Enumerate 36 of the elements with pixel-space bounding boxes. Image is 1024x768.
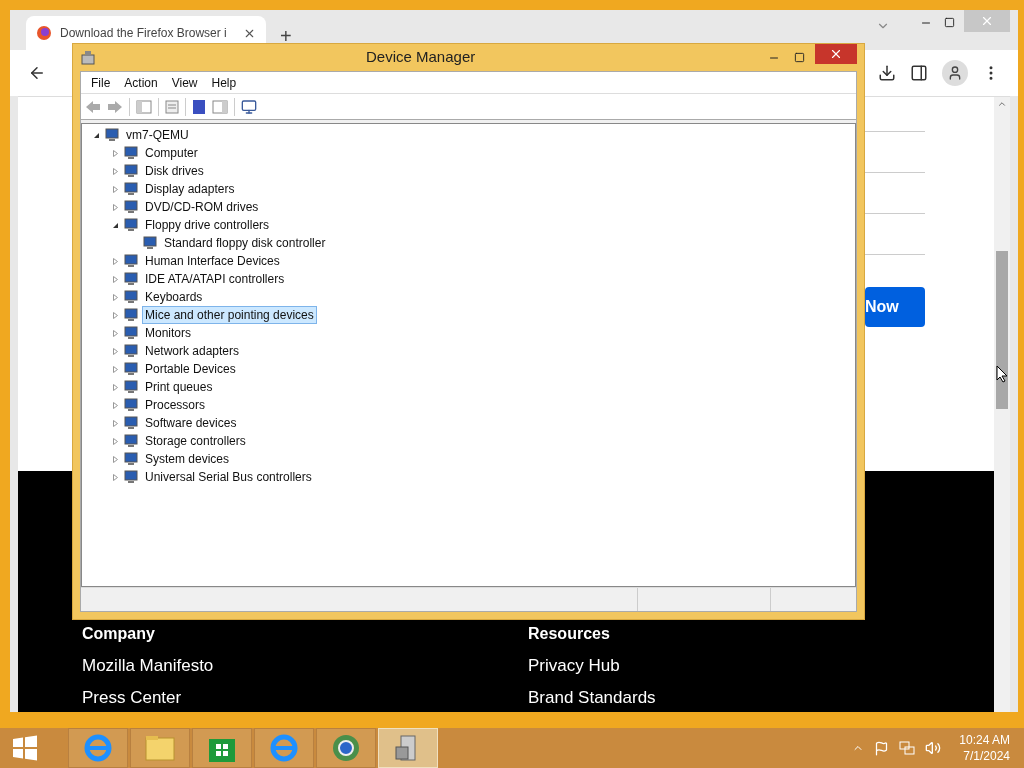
tree-item[interactable]: System devices xyxy=(142,450,233,468)
clock-date: 7/1/2024 xyxy=(963,748,1010,764)
tree-item[interactable]: Monitors xyxy=(142,324,194,342)
footer-heading: Company xyxy=(82,624,156,644)
tree-item[interactable]: Portable Devices xyxy=(142,360,239,378)
tree-item[interactable]: Computer xyxy=(142,144,201,162)
tree-item[interactable]: Processors xyxy=(142,396,209,414)
tree-item[interactable]: IDE ATA/ATAPI controllers xyxy=(142,270,288,288)
tree-item[interactable]: DVD/CD-ROM drives xyxy=(142,198,262,216)
tree-item[interactable]: Universal Serial Bus controllers xyxy=(142,468,315,486)
tree-item[interactable]: Floppy drive controllers xyxy=(142,216,273,234)
menu-item[interactable]: Help xyxy=(205,73,243,92)
tree-item[interactable]: Mice and other pointing devices xyxy=(142,306,317,324)
tree-item[interactable]: Storage controllers xyxy=(142,432,249,450)
menu-item[interactable]: View xyxy=(165,73,204,92)
menu-item[interactable]: File xyxy=(85,73,117,92)
download-now-button[interactable]: Now xyxy=(865,287,925,327)
footer-link[interactable]: Mozilla Manifesto xyxy=(82,656,528,676)
footer-link[interactable]: Press Center xyxy=(82,688,528,708)
tab-title: Download the Firefox Browser i xyxy=(60,25,227,42)
tree-item[interactable]: Network adapters xyxy=(142,342,243,360)
tree-item[interactable]: Display adapters xyxy=(142,180,238,198)
window-title: Device Manager xyxy=(366,47,476,68)
tree-item[interactable]: Keyboards xyxy=(142,288,206,306)
tree-item[interactable]: vm7-QEMU xyxy=(123,126,192,144)
footer-link[interactable]: Brand Standards xyxy=(528,688,974,708)
tree-item[interactable]: Human Interface Devices xyxy=(142,252,283,270)
tree-item[interactable]: Disk drives xyxy=(142,162,207,180)
tree-item[interactable]: Print queues xyxy=(142,378,216,396)
new-tab-button[interactable]: + xyxy=(280,26,292,46)
tree-item[interactable]: Standard floppy disk controller xyxy=(161,234,329,252)
tree-item[interactable]: Software devices xyxy=(142,414,240,432)
menu-item[interactable]: Action xyxy=(118,73,164,92)
clock-time: 10:24 AM xyxy=(959,732,1010,748)
footer-heading: Resources xyxy=(528,624,611,644)
footer-link[interactable]: Privacy Hub xyxy=(528,656,974,676)
